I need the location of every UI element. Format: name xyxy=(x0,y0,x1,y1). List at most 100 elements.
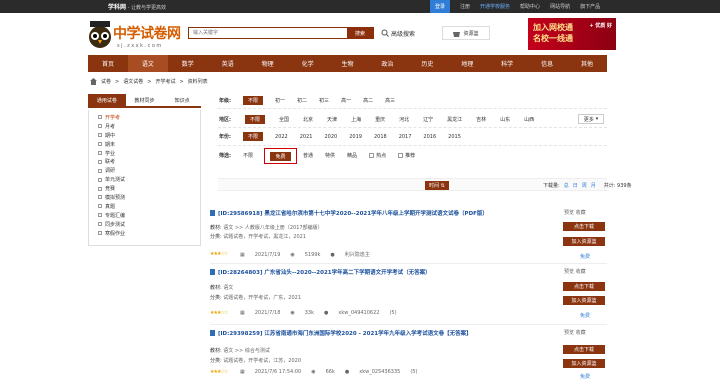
filter-option[interactable]: 不限 xyxy=(243,132,264,141)
filter-option[interactable]: 天津 xyxy=(327,116,337,123)
more-regions-button[interactable]: 更多 ▾ xyxy=(578,114,604,124)
filter-option[interactable]: 重庆 xyxy=(375,116,385,123)
filter-option[interactable]: 2018 xyxy=(374,134,387,140)
nav-biology[interactable]: 生物 xyxy=(328,55,368,72)
filter-option[interactable]: 北京 xyxy=(303,116,313,123)
filter-option[interactable]: 2019 xyxy=(349,134,362,140)
nav-science[interactable]: 科学 xyxy=(487,55,527,72)
products-link[interactable]: 旗下产品 xyxy=(580,3,600,10)
filter-option[interactable]: 2017 xyxy=(399,134,412,140)
download-button[interactable]: 点击下载 xyxy=(563,282,605,291)
category-item[interactable]: 单元测试 xyxy=(89,175,200,184)
nav-physics[interactable]: 物理 xyxy=(248,55,288,72)
breadcrumb-item[interactable]: 试卷 xyxy=(101,78,111,85)
login-link[interactable]: 登录 xyxy=(430,0,451,13)
preview-favorite[interactable]: 预览 收藏 xyxy=(564,329,586,336)
expand-icon xyxy=(98,159,102,164)
filter-option[interactable]: 全国 xyxy=(279,116,289,123)
nav-chinese[interactable]: 语文 xyxy=(127,55,168,72)
filter-option[interactable]: 黑龙江 xyxy=(447,116,462,123)
filter-option[interactable]: 普通 xyxy=(303,152,313,159)
filter-option[interactable]: 山西 xyxy=(524,116,534,123)
nav-home[interactable]: 首页 xyxy=(88,55,128,72)
filter-option[interactable]: 初一 xyxy=(275,97,285,104)
filter-option[interactable]: 2020 xyxy=(324,134,337,140)
category-item[interactable]: 寒假作业 xyxy=(89,229,200,238)
filter-option[interactable]: 高三 xyxy=(385,97,395,104)
recommend-checkbox[interactable]: 推荐 xyxy=(398,152,415,159)
search-button[interactable]: 搜索 xyxy=(347,28,373,38)
school-service-link[interactable]: 开通学校服务 xyxy=(480,3,510,10)
register-link[interactable]: 注册 xyxy=(460,3,470,10)
filter-option[interactable]: 不限 xyxy=(243,152,253,159)
filter-option[interactable]: 辽宁 xyxy=(423,116,433,123)
sort-option[interactable]: 周 xyxy=(582,182,587,189)
category-item[interactable]: 真题 xyxy=(89,202,200,211)
breadcrumb-item[interactable]: 语文试卷 xyxy=(123,78,143,85)
filter-option[interactable]: 上海 xyxy=(351,116,361,123)
download-button[interactable]: 点击下载 xyxy=(563,222,605,231)
resource-basket-button[interactable]: 资源篮 xyxy=(442,26,490,40)
category-item[interactable]: 月考 xyxy=(89,122,200,131)
site-nav-link[interactable]: 网站导航 xyxy=(550,3,570,10)
item-title[interactable]: [ID:29586918] 黑龙江省哈尔滨市第十七中学2020--2021学年八… xyxy=(210,209,488,217)
preview-favorite[interactable]: 预览 收藏 xyxy=(564,268,586,275)
hot-checkbox[interactable]: 热点 xyxy=(369,152,386,159)
sort-option[interactable]: 总 xyxy=(564,182,569,189)
add-basket-button[interactable]: 加入资源篮 xyxy=(563,237,605,246)
filter-option[interactable]: 2016 xyxy=(423,134,436,140)
category-item[interactable]: 学业 xyxy=(89,149,200,158)
nav-math[interactable]: 数学 xyxy=(168,55,208,72)
filter-option[interactable]: 2021 xyxy=(300,134,313,140)
category-item[interactable]: 期中 xyxy=(89,131,200,140)
filter-option[interactable]: 精品 xyxy=(347,152,357,159)
category-item[interactable]: 模拟预测 xyxy=(89,193,200,202)
filter-option[interactable]: 吉林 xyxy=(476,116,486,123)
advanced-search-button[interactable]: 高级搜索 xyxy=(381,27,415,39)
add-basket-button[interactable]: 加入资源篮 xyxy=(563,359,605,368)
filter-option[interactable]: 不限 xyxy=(243,96,264,105)
filter-option[interactable]: 河北 xyxy=(399,116,409,123)
category-item[interactable]: 联考 xyxy=(89,157,200,166)
category-item[interactable]: 期末 xyxy=(89,140,200,149)
sort-option[interactable]: 月 xyxy=(591,182,596,189)
help-link[interactable]: 帮助中心 xyxy=(520,3,540,10)
filter-option[interactable]: 特供 xyxy=(325,152,335,159)
filter-option[interactable]: 2015 xyxy=(448,134,461,140)
sort-time-button[interactable]: 时间 ⇅ xyxy=(425,181,449,190)
search-input[interactable] xyxy=(189,28,347,38)
download-button[interactable]: 点击下载 xyxy=(563,345,605,354)
nav-politics[interactable]: 政治 xyxy=(367,55,407,72)
tab-textbook[interactable]: 教材同步 xyxy=(126,94,164,106)
filter-option[interactable]: 山东 xyxy=(500,116,510,123)
filter-option[interactable]: 初二 xyxy=(297,97,307,104)
tab-general[interactable]: 通用试卷 xyxy=(88,94,126,106)
category-item[interactable]: 专题汇编 xyxy=(89,211,200,220)
category-item[interactable]: 开学考 xyxy=(89,113,200,122)
filter-option[interactable]: 2022 xyxy=(275,134,288,140)
item-title[interactable]: [ID:29398259] 江苏省南通市海门东洲国际学校2020 - 2021学… xyxy=(210,329,472,337)
add-basket-button[interactable]: 加入资源篮 xyxy=(563,296,605,305)
nav-english[interactable]: 英语 xyxy=(208,55,248,72)
category-item[interactable]: 同步测试 xyxy=(89,220,200,229)
filter-option[interactable]: 高一 xyxy=(341,97,351,104)
site-brand[interactable]: 学科网 - 让教与学更高效 xyxy=(108,2,166,11)
site-logo[interactable]: 中学试卷网 sj.zxxk.com xyxy=(87,17,187,51)
filter-option[interactable]: 高二 xyxy=(363,97,373,104)
tab-knowledge[interactable]: 知识点 xyxy=(163,94,201,106)
nav-info[interactable]: 信息 xyxy=(527,55,567,72)
breadcrumb-item[interactable]: 开学考试 xyxy=(155,78,175,85)
category-item[interactable]: 竞赛 xyxy=(89,184,200,193)
sort-option[interactable]: 日 xyxy=(573,182,578,189)
nav-chemistry[interactable]: 化学 xyxy=(288,55,328,72)
nav-geography[interactable]: 地理 xyxy=(447,55,487,72)
nav-history[interactable]: 历史 xyxy=(407,55,447,72)
free-filter-option[interactable]: 免费 xyxy=(264,148,297,164)
promo-banner[interactable]: 加入网校通 名校一线通 + 优质 好 xyxy=(528,18,616,50)
filter-option[interactable]: 不限 xyxy=(245,115,266,124)
item-title[interactable]: [ID:28264803] 广东省汕头--2020--2021学年高二下学期语文… xyxy=(210,268,431,276)
preview-favorite[interactable]: 预览 收藏 xyxy=(564,209,586,216)
filter-option[interactable]: 初三 xyxy=(319,97,329,104)
nav-other[interactable]: 其他 xyxy=(567,55,607,72)
category-item[interactable]: 调研 xyxy=(89,166,200,175)
